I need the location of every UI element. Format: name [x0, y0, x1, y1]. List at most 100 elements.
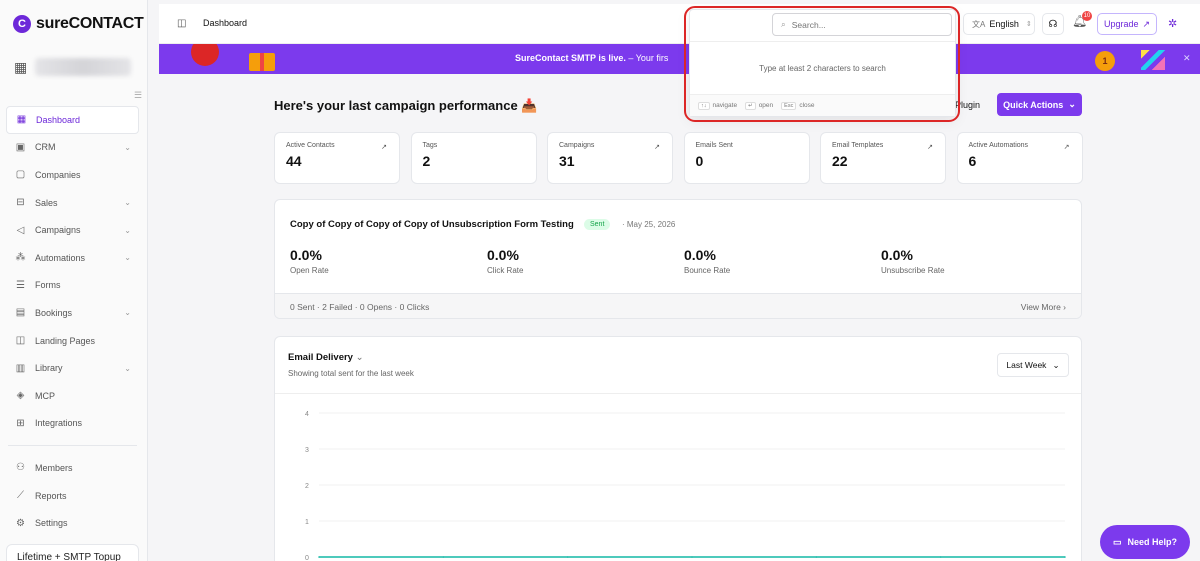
sidebar-item-dashboard[interactable]: ▦ Dashboard [6, 106, 139, 134]
campaign-title[interactable]: Copy of Copy of Copy of Copy of Unsubscr… [290, 219, 574, 230]
sidebar-item-members[interactable]: ⚇ Members [6, 454, 139, 482]
view-more-label: View More [1020, 302, 1061, 312]
search-hint: Type at least 2 characters to search [759, 64, 886, 73]
search-input[interactable] [791, 19, 942, 30]
data-point [691, 556, 693, 558]
plugin-button[interactable]: Plugin [955, 94, 980, 116]
sidebar-item-label: Bookings [35, 307, 73, 318]
y-tick-label: 1 [305, 519, 309, 526]
sidebar-item-label: Library [35, 363, 63, 374]
campaign-date: · May 25, 2026 [622, 220, 676, 229]
range-select[interactable]: Last Week ⌄ [997, 353, 1069, 377]
sidebar-item-crm[interactable]: ▣ CRM ⌄ [6, 134, 139, 162]
sidebar-item-label: Companies [35, 169, 81, 180]
stat-value: 0 [695, 153, 704, 169]
sidebar-item-campaigns[interactable]: ◁ Campaigns ⌄ [6, 216, 139, 244]
support-button[interactable]: ☊ [1042, 13, 1064, 35]
view-more-link[interactable]: View More › [1021, 302, 1066, 312]
notification-badge: 10 [1082, 11, 1092, 21]
stat-label: Email Templates [832, 142, 884, 149]
building-icon: ▢ [15, 169, 26, 181]
collapse-icon[interactable]: ☰ [134, 90, 142, 101]
sidebar-item-library[interactable]: ▥ Library ⌄ [6, 354, 139, 382]
medal-icon: 1 [1095, 51, 1115, 71]
need-help-label: Need Help? [1127, 537, 1178, 547]
banner-text: SureContact SMTP is live. – Your firs [515, 53, 668, 63]
language-select[interactable]: 文A English ⇕ [963, 13, 1035, 35]
search-field[interactable]: ⌕ [772, 13, 952, 36]
stat-card-email-templates[interactable]: Email Templates 22 ↗ [820, 132, 946, 184]
close-icon[interactable]: ✕ [1183, 53, 1191, 64]
library-icon: ▥ [15, 362, 26, 374]
sidebar-item-forms[interactable]: ☰ Forms [6, 272, 139, 300]
workspace-name-blurred [35, 58, 132, 76]
workspace-switcher[interactable]: ▦ [14, 56, 134, 78]
stat-card-emails-sent[interactable]: Emails Sent 0 [683, 132, 810, 184]
sidebar-item-settings[interactable]: ⚙ Settings [6, 509, 139, 537]
sidebar-item-mcp[interactable]: ◈ MCP [6, 382, 139, 410]
sidebar-item-automations[interactable]: ⁂ Automations ⌄ [6, 244, 139, 272]
delivery-title[interactable]: Email Delivery ⌄ [288, 352, 364, 363]
delivery-chart: 4 3 2 1 0 [305, 411, 1066, 561]
stat-label: Active Automations [968, 142, 1029, 149]
shortcut-open: ↵ open [745, 102, 773, 110]
shortcut-navigate: ↑↓ navigate [698, 102, 737, 110]
y-tick-label: 2 [305, 483, 309, 490]
data-point [1064, 556, 1066, 558]
sidebar-item-companies[interactable]: ▢ Companies [6, 161, 139, 189]
chevron-updown-icon: ⇕ [1025, 21, 1032, 28]
upgrade-button[interactable]: Upgrade ↗ [1097, 13, 1157, 35]
stat-card-campaigns[interactable]: Campaigns 31 ↗ [547, 132, 673, 184]
chevron-down-icon: ⌄ [1068, 99, 1076, 109]
calendar-icon: ▤ [15, 307, 26, 319]
sidebar-item-label: Reports [35, 490, 67, 501]
sidebar-item-label: Campaigns [35, 225, 81, 236]
avatar[interactable]: ✲ [1168, 17, 1177, 30]
sidebar-item-label: CRM [35, 142, 56, 153]
plan-badge[interactable]: Lifetime + SMTP Topup [6, 544, 139, 561]
sidebar-item-label: Integrations [35, 418, 83, 429]
stat-card-active-contacts[interactable]: Active Contacts 44 ↗ [274, 132, 400, 184]
metric-label: Bounce Rate [684, 266, 731, 275]
reports-icon: ⟋ [17, 490, 24, 502]
sidebar-item-sales[interactable]: ⊟ Sales ⌄ [6, 189, 139, 217]
page-title: Dashboard [203, 18, 248, 28]
data-point [939, 556, 942, 558]
stat-card-tags[interactable]: Tags 2 [410, 132, 537, 184]
need-help-button[interactable]: ▭ Need Help? [1100, 525, 1190, 559]
arrow-up-right-icon: ↗ [927, 144, 933, 151]
balloon-icon [191, 44, 219, 66]
sidebar-nav: ▦ Dashboard ▣ CRM ⌄ ▢ Companies ⊟ Sales ⌄ ◁ Campaig… [6, 106, 139, 537]
status-badge: Sent [584, 219, 611, 230]
confetti-icon [1141, 50, 1165, 70]
sidebar-item-integrations[interactable]: ⊞ Integrations [6, 410, 139, 438]
sidebar-toggle-icon[interactable]: ◫ [177, 18, 186, 29]
brand-logo[interactable]: C sureCONTACT [13, 15, 144, 33]
quick-actions-button[interactable]: Quick Actions ⌄ [997, 93, 1082, 116]
sidebar-item-landing-pages[interactable]: ◫ Landing Pages [6, 327, 139, 355]
range-label: Last Week [1006, 360, 1047, 370]
campaign-footer: 0 Sent · 2 Failed · 0 Opens · 0 Clicks V… [275, 293, 1081, 318]
sidebar-item-reports[interactable]: ⟋ Reports [6, 482, 139, 510]
briefcase-icon: ⊟ [16, 197, 25, 209]
data-point [442, 556, 445, 558]
data-point [566, 556, 569, 558]
stat-value: 6 [968, 153, 977, 169]
chevron-down-icon: ⌄ [124, 198, 131, 208]
metric-label: Open Rate [290, 266, 329, 275]
mcp-icon: ◈ [16, 390, 25, 402]
chevron-down-icon: ⌄ [124, 225, 131, 235]
sidebar-item-bookings[interactable]: ▤ Bookings ⌄ [6, 299, 139, 327]
chevron-down-icon: ⌄ [355, 352, 364, 363]
stat-value: 2 [422, 153, 431, 169]
crm-icon: ▣ [15, 141, 26, 153]
metric-value: 0.0% [290, 247, 322, 263]
metric-unsubscribe-rate: 0.0% Unsubscribe Rate [881, 247, 945, 275]
chevron-down-icon: ⌄ [124, 142, 131, 152]
sidebar-item-label: Forms [35, 280, 61, 291]
metric-label: Click Rate [487, 266, 524, 275]
shortcut-key: ↑↓ [698, 102, 710, 110]
stat-card-active-automations[interactable]: Active Automations 6 ↗ [956, 132, 1083, 184]
stat-value: 31 [559, 153, 575, 169]
sidebar-item-label: Dashboard [36, 114, 81, 125]
